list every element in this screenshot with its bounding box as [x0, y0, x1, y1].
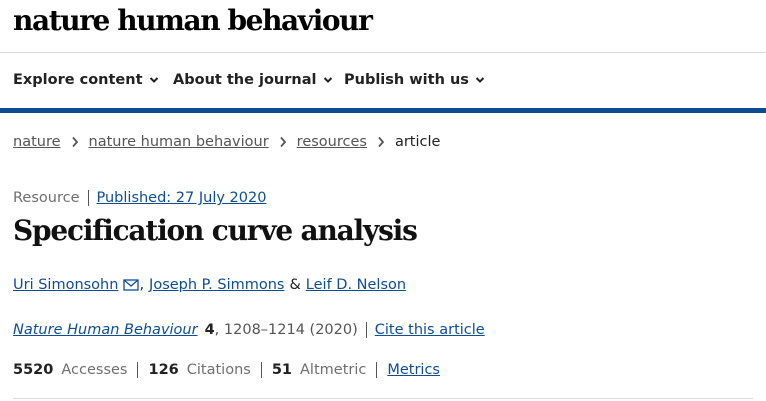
- nav-item-label: Explore content: [13, 72, 143, 88]
- nav-accent-rule: [0, 108, 766, 113]
- author-separator: &: [289, 277, 301, 293]
- metric-label: Altmetric: [300, 362, 367, 378]
- metrics-link[interactable]: Metrics: [387, 362, 440, 378]
- nav-item-label: About the journal: [173, 72, 317, 88]
- pages-and-year: , 1208–1214 (2020): [214, 322, 358, 338]
- chevron-down-icon: [149, 77, 158, 83]
- mail-icon[interactable]: [123, 279, 140, 291]
- nav-item-label: Publish with us: [344, 72, 469, 88]
- volume-number: 4: [204, 322, 215, 338]
- breadcrumb-item-current: article: [394, 134, 441, 150]
- site-header: nature human behaviour: [0, 0, 766, 53]
- chevron-right-icon: [279, 136, 286, 148]
- breadcrumb-item-journal[interactable]: nature human behaviour: [89, 134, 269, 150]
- chevron-down-icon: [475, 77, 485, 83]
- metric-value: 51: [271, 362, 293, 378]
- journal-link[interactable]: Nature Human Behaviour: [13, 322, 198, 338]
- article-metrics: 5520 Accesses 126 Citations 51 Altmetric…: [13, 362, 440, 378]
- metric-value: 126: [148, 362, 179, 378]
- cite-this-article-link[interactable]: Cite this article: [365, 322, 485, 338]
- section-divider: [13, 398, 753, 399]
- published-date-link[interactable]: Published: 27 July 2020: [97, 190, 267, 206]
- article-type: Resource: [13, 190, 89, 206]
- breadcrumb-item-nature[interactable]: nature: [13, 134, 61, 150]
- site-logo[interactable]: nature human behaviour: [13, 4, 373, 37]
- author-link[interactable]: Joseph P. Simmons: [149, 277, 284, 293]
- author-list: Uri Simonsohn , Joseph P. Simmons & Leif…: [13, 277, 406, 293]
- author-link[interactable]: Leif D. Nelson: [306, 277, 406, 293]
- metric-label: Accesses: [61, 362, 128, 378]
- breadcrumb: nature nature human behaviour resources …: [13, 134, 440, 150]
- metric-altmetric: 51 Altmetric: [272, 362, 378, 378]
- breadcrumb-item-resources[interactable]: resources: [297, 134, 367, 150]
- metric-accesses: 5520 Accesses: [13, 362, 139, 378]
- metric-value: 5520: [13, 362, 54, 378]
- chevron-right-icon: [71, 136, 78, 148]
- author-link[interactable]: Uri Simonsohn: [13, 277, 118, 293]
- nav-about-the-journal[interactable]: About the journal: [173, 72, 333, 88]
- chevron-down-icon: [323, 77, 332, 83]
- citation-line: Nature Human Behaviour 4 , 1208–1214 (20…: [13, 322, 485, 338]
- chevron-right-icon: [378, 136, 385, 148]
- metric-citations: 126 Citations: [148, 362, 262, 378]
- nav-publish-with-us[interactable]: Publish with us: [344, 72, 485, 88]
- article-title: Specification curve analysis: [13, 214, 418, 247]
- main-nav: Explore content About the journal Publis…: [0, 53, 766, 108]
- nav-explore-content[interactable]: Explore content: [13, 72, 159, 88]
- article-meta: Resource Published: 27 July 2020: [13, 190, 266, 206]
- metric-label: Citations: [186, 362, 251, 378]
- author-separator: ,: [139, 277, 145, 293]
